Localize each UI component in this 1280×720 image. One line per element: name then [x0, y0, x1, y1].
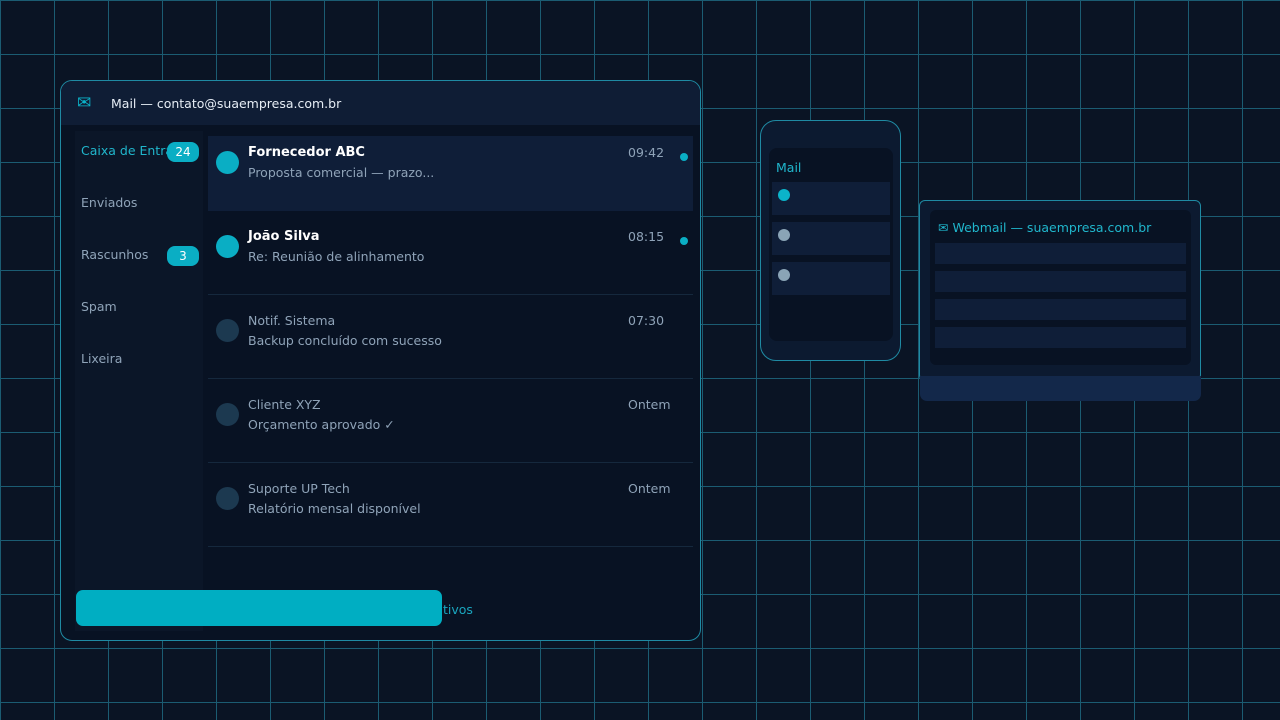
webmail-title: ✉ Webmail — suaempresa.com.br: [938, 220, 1152, 235]
webmail-row: [935, 299, 1186, 320]
phone-mail-row: [772, 262, 890, 295]
mail-window: ✉ Mail — contato@suaempresa.com.br Caixa…: [60, 80, 701, 641]
phone-app-title: Mail: [776, 160, 802, 175]
folder-sent[interactable]: Enviados: [81, 191, 199, 215]
phone-mail-row: [772, 222, 890, 255]
email-subject: Backup concluído com sucesso: [248, 333, 442, 348]
folder-inbox[interactable]: Caixa de Entrada 24: [81, 139, 199, 163]
email-row[interactable]: Fornecedor ABC Proposta comercial — praz…: [208, 136, 693, 211]
email-time: 07:30: [628, 313, 665, 328]
progress-bar[interactable]: [76, 590, 442, 626]
bottom-caption: tivos: [443, 602, 473, 617]
avatar: [216, 403, 239, 426]
phone-mail-row: [772, 182, 890, 215]
unread-indicator: [680, 153, 688, 161]
avatar: [216, 319, 239, 342]
email-sender: João Silva: [248, 229, 320, 244]
email-sender: Notif. Sistema: [248, 313, 336, 328]
email-row[interactable]: Notif. Sistema Backup concluído com suce…: [208, 295, 693, 379]
drafts-count-badge: 3: [167, 246, 199, 266]
avatar: [216, 235, 239, 258]
email-subject: Orçamento aprovado ✓: [248, 417, 395, 432]
laptop-screen: ✉ Webmail — suaempresa.com.br: [930, 210, 1191, 365]
email-row[interactable]: Suporte UP Tech Relatório mensal disponí…: [208, 463, 693, 547]
folder-label: Lixeira: [81, 351, 123, 366]
laptop-mockup: ✉ Webmail — suaempresa.com.br: [919, 200, 1201, 381]
phone-read-dot: [778, 269, 790, 281]
mail-icon: ✉: [77, 93, 92, 113]
email-subject: Proposta comercial — prazo...: [248, 165, 435, 180]
folder-trash[interactable]: Lixeira: [81, 347, 199, 371]
email-list: Fornecedor ABC Proposta comercial — praz…: [208, 131, 693, 551]
email-time: Ontem: [628, 481, 671, 496]
webmail-row: [935, 271, 1186, 292]
email-sender: Suporte UP Tech: [248, 481, 350, 496]
avatar: [216, 151, 239, 174]
phone-read-dot: [778, 229, 790, 241]
folder-label: Enviados: [81, 195, 138, 210]
phone-mockup: Mail: [760, 120, 901, 361]
webmail-row: [935, 243, 1186, 264]
email-time: 09:42: [628, 145, 665, 160]
folder-label: Rascunhos: [81, 247, 149, 262]
email-row[interactable]: João Silva Re: Reunião de alinhamento 08…: [208, 211, 693, 295]
phone-unread-dot: [778, 189, 790, 201]
webmail-row: [935, 327, 1186, 348]
mail-titlebar: ✉ Mail — contato@suaempresa.com.br: [61, 81, 700, 125]
email-sender: Cliente XYZ: [248, 397, 321, 412]
email-subject: Relatório mensal disponível: [248, 501, 421, 516]
laptop-base: [920, 376, 1201, 401]
folder-drafts[interactable]: Rascunhos 3: [81, 243, 199, 267]
email-time: Ontem: [628, 397, 671, 412]
avatar: [216, 487, 239, 510]
email-time: 08:15: [628, 229, 665, 244]
phone-screen: Mail: [769, 148, 893, 341]
unread-count-badge: 24: [167, 142, 199, 162]
folder-spam[interactable]: Spam: [81, 295, 199, 319]
unread-indicator: [680, 237, 688, 245]
window-title: Mail — contato@suaempresa.com.br: [111, 95, 342, 111]
folder-label: Spam: [81, 299, 117, 314]
email-row[interactable]: Cliente XYZ Orçamento aprovado ✓ Ontem: [208, 379, 693, 463]
email-subject: Re: Reunião de alinhamento: [248, 249, 425, 264]
email-sender: Fornecedor ABC: [248, 145, 365, 160]
folder-sidebar: Caixa de Entrada 24 Enviados Rascunhos 3…: [75, 131, 203, 631]
